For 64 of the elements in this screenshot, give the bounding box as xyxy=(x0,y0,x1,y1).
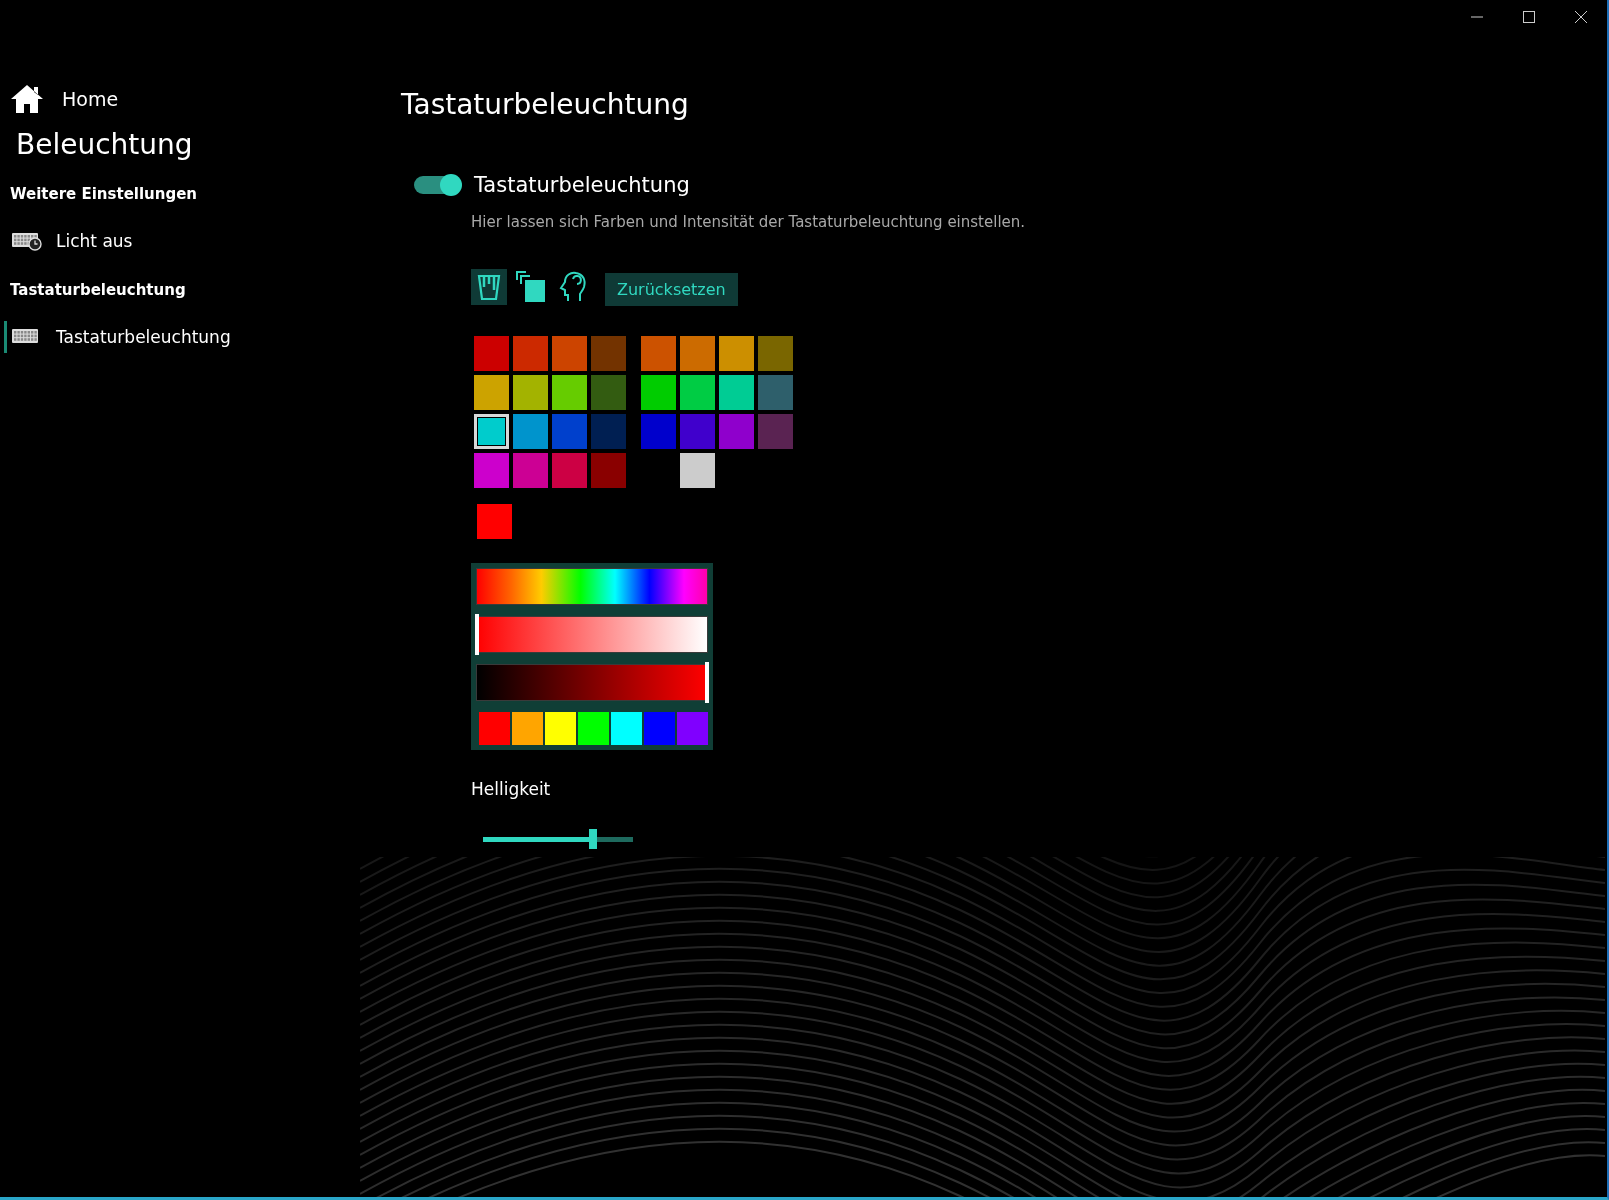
sidebar-title: Beleuchtung xyxy=(15,127,194,161)
preset-color[interactable] xyxy=(611,712,642,745)
home-icon xyxy=(10,84,44,114)
color-swatch[interactable] xyxy=(552,336,587,371)
color-swatch[interactable] xyxy=(641,375,676,410)
section-heading: Tastaturbeleuchtung xyxy=(9,280,187,299)
color-swatch[interactable] xyxy=(641,414,676,449)
color-swatch[interactable] xyxy=(591,375,626,410)
hue-bar[interactable] xyxy=(476,568,708,605)
color-swatch[interactable] xyxy=(591,453,626,488)
color-swatch[interactable] xyxy=(591,336,626,371)
preset-color[interactable] xyxy=(512,712,543,745)
color-swatch[interactable] xyxy=(552,453,587,488)
color-swatch[interactable] xyxy=(552,414,587,449)
bucket-tool-button[interactable] xyxy=(471,268,507,305)
color-swatch[interactable] xyxy=(591,414,626,449)
preset-color[interactable] xyxy=(479,712,510,745)
color-swatch[interactable] xyxy=(513,414,548,449)
color-swatch[interactable] xyxy=(474,414,509,449)
brightness-slider[interactable] xyxy=(483,829,633,849)
color-swatch[interactable] xyxy=(758,336,793,371)
value-bar[interactable] xyxy=(476,664,708,701)
preset-color[interactable] xyxy=(677,712,708,745)
toggle-label: Tastaturbeleuchtung xyxy=(474,173,690,197)
preset-color[interactable] xyxy=(644,712,675,745)
head-icon xyxy=(559,270,587,303)
preset-color[interactable] xyxy=(545,712,576,745)
color-swatch[interactable] xyxy=(758,375,793,410)
color-swatch[interactable] xyxy=(552,375,587,410)
color-swatch[interactable] xyxy=(719,336,754,371)
bucket-icon xyxy=(476,272,502,301)
color-swatch[interactable] xyxy=(680,453,715,488)
sidebar-item[interactable]: Tastaturbeleuchtung xyxy=(4,321,231,353)
minimize-icon xyxy=(1471,16,1483,18)
color-swatch[interactable] xyxy=(680,414,715,449)
home-link[interactable]: Home xyxy=(0,34,119,114)
maximize-icon xyxy=(1523,11,1535,23)
color-swatch[interactable] xyxy=(680,375,715,410)
preset-color[interactable] xyxy=(578,712,609,745)
color-swatch[interactable] xyxy=(680,336,715,371)
saturation-thumb[interactable] xyxy=(475,614,479,655)
keyboard-clock-icon xyxy=(12,231,42,251)
color-swatch[interactable] xyxy=(719,375,754,410)
color-swatch[interactable] xyxy=(758,414,793,449)
reset-button[interactable]: Zurücksetzen xyxy=(605,273,738,306)
close-icon xyxy=(1575,11,1587,23)
value-thumb[interactable] xyxy=(705,662,709,703)
toggle-switch[interactable] xyxy=(414,176,460,194)
brightness-label: Helligkeit xyxy=(471,779,552,799)
color-swatch[interactable] xyxy=(513,336,548,371)
copy-icon xyxy=(516,270,546,303)
color-swatch[interactable] xyxy=(513,375,548,410)
description-text: Hier lassen sich Farben und Intensität der Tastaturbeleuchtung einstellen. xyxy=(471,213,1027,231)
color-swatch[interactable] xyxy=(474,453,509,488)
color-swatch[interactable] xyxy=(474,375,509,410)
section-heading: Weitere Einstellungen xyxy=(9,184,199,203)
color-swatch[interactable] xyxy=(719,414,754,449)
color-swatch[interactable] xyxy=(513,453,548,488)
page-title: Tastaturbeleuchtung xyxy=(401,88,690,121)
color-swatch[interactable] xyxy=(474,336,509,371)
saturation-bar[interactable] xyxy=(476,616,708,653)
slider-thumb[interactable] xyxy=(588,829,597,849)
color-swatch[interactable] xyxy=(641,336,676,371)
sidebar-item[interactable]: Licht aus xyxy=(4,225,133,257)
